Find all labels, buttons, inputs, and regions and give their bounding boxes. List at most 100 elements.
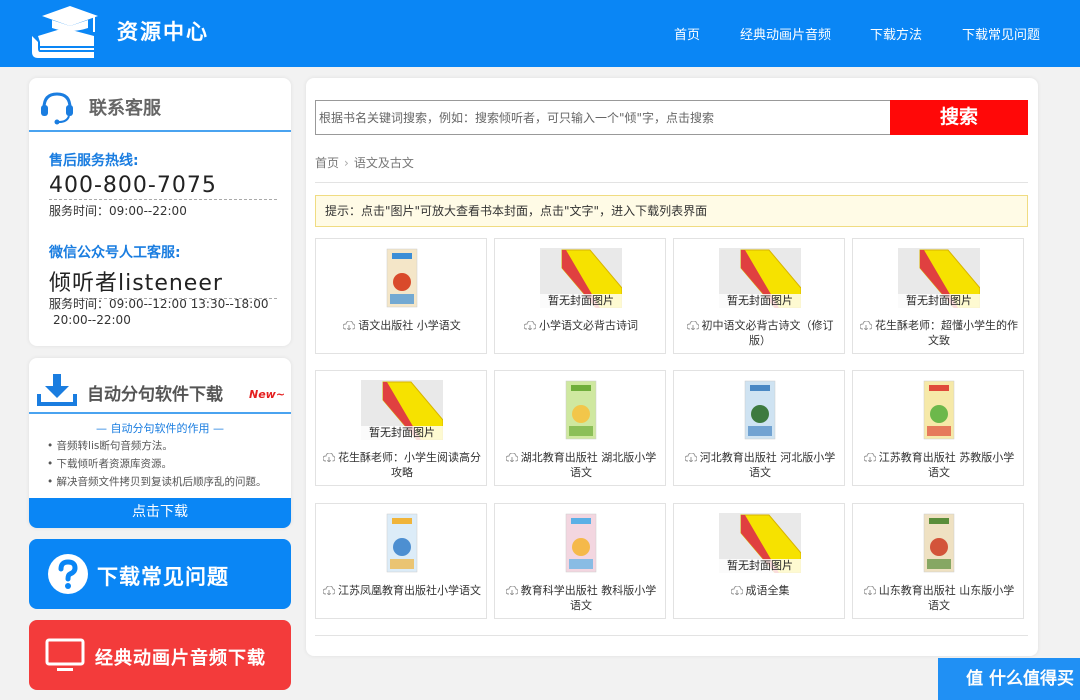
search-field[interactable] xyxy=(315,100,892,135)
download-faq-button[interactable]: 下载常见问题 xyxy=(29,539,291,609)
book-card[interactable]: 江苏教育出版社 苏教版小学语文 xyxy=(852,370,1024,486)
cloud-download-icon xyxy=(730,586,743,595)
book-cover-icon xyxy=(565,380,597,440)
contact-title: 联系客服 xyxy=(89,98,161,119)
book-title-link[interactable]: 山东教育出版社 山东版小学语文 xyxy=(859,583,1019,613)
software-header: 自动分句软件下载 New~ xyxy=(29,358,291,414)
book-cover-icon xyxy=(565,513,597,573)
book-card[interactable]: 江苏凤凰教育出版社小学语文 xyxy=(315,503,487,619)
no-cover-image[interactable]: 暂无封面图片 xyxy=(540,248,622,308)
watermark: 值 什么值得买 xyxy=(938,658,1080,700)
book-title-text: 小学语文必背古诗词 xyxy=(539,319,638,332)
hotline-hours: 服务时间：09:00--22:00 xyxy=(49,204,187,218)
book-title-link[interactable]: 河北教育出版社 河北版小学语文 xyxy=(680,450,840,480)
no-cover-image[interactable]: 暂无封面图片 xyxy=(898,248,980,308)
nav-home[interactable]: 首页 xyxy=(674,24,700,43)
software-title: 自动分句软件下载 xyxy=(87,385,223,405)
book-card[interactable]: 河北教育出版社 河北版小学语文 xyxy=(673,370,845,486)
no-cover-image[interactable]: 暂无封面图片 xyxy=(361,380,443,440)
book-card[interactable]: 暂无封面图片初中语文必背古诗文（修订版） xyxy=(673,238,845,354)
tv-icon xyxy=(45,638,85,671)
software-card: 自动分句软件下载 New~ — 自动分句软件的作用 — • 音频转lis断句音频… xyxy=(29,358,291,528)
headset-icon xyxy=(41,92,73,125)
wechat-hours-evening: 20:00--22:00 xyxy=(53,313,131,327)
top-header: 资源中心 首页 经典动画片音频 下载方法 下载常见问题 xyxy=(0,0,1080,67)
book-cover-icon xyxy=(923,513,955,573)
nav-classic-audio[interactable]: 经典动画片音频 xyxy=(740,24,831,43)
cloud-download-icon xyxy=(505,453,518,462)
contact-header: 联系客服 xyxy=(29,78,291,132)
book-title-text: 湖北教育出版社 湖北版小学语文 xyxy=(520,451,657,479)
cloud-download-icon xyxy=(505,586,518,595)
cloud-download-icon xyxy=(860,321,872,330)
book-cover-image[interactable] xyxy=(540,513,622,573)
book-card[interactable]: 暂无封面图片成语全集 xyxy=(673,503,845,619)
cloud-download-icon xyxy=(524,321,536,330)
no-cover-image[interactable]: 暂无封面图片 xyxy=(719,513,801,573)
book-title-text: 花生酥老师：小学生阅读高分攻略 xyxy=(338,451,481,479)
breadcrumb-current[interactable]: 语文及古文 xyxy=(354,156,414,170)
book-card[interactable]: 暂无封面图片小学语文必背古诗词 xyxy=(494,238,666,354)
book-title-link[interactable]: 花生酥老师：超懂小学生的作文致 xyxy=(859,318,1019,348)
no-cover-image[interactable]: 暂无封面图片 xyxy=(719,248,801,308)
nav-download-method[interactable]: 下载方法 xyxy=(870,24,922,43)
breadcrumb: 首页 › 语文及古文 xyxy=(315,154,414,171)
main-panel: 搜索 首页 › 语文及古文 提示：点击"图片"可放大查看书本封面，点击"文字"，进入… xyxy=(306,78,1038,656)
book-title-link[interactable]: 江苏教育出版社 苏教版小学语文 xyxy=(859,450,1019,480)
book-cover-image[interactable] xyxy=(898,513,980,573)
book-title-text: 河北教育出版社 河北版小学语文 xyxy=(699,451,836,479)
book-cover-icon xyxy=(744,380,776,440)
book-title-link[interactable]: 湖北教育出版社 湖北版小学语文 xyxy=(501,450,661,480)
search-button[interactable]: 搜索 xyxy=(890,100,1028,135)
hotline-label: 售后服务热线: xyxy=(49,153,139,169)
book-title-link[interactable]: 花生酥老师：小学生阅读高分攻略 xyxy=(322,450,482,480)
book-card[interactable]: 山东教育出版社 山东版小学语文 xyxy=(852,503,1024,619)
book-title-text: 山东教育出版社 山东版小学语文 xyxy=(878,584,1015,612)
no-cover-label: 暂无封面图片 xyxy=(719,559,801,573)
download-icon xyxy=(37,374,77,406)
book-cover-image[interactable] xyxy=(719,380,801,440)
cloud-download-icon xyxy=(323,453,335,462)
cloud-download-icon xyxy=(863,586,876,595)
book-cover-image[interactable] xyxy=(898,380,980,440)
book-title-link[interactable]: 江苏凤凰教育出版社小学语文 xyxy=(322,583,482,598)
book-card[interactable]: 语文出版社 小学语文 xyxy=(315,238,487,354)
book-title-text: 成语全集 xyxy=(745,584,790,597)
no-cover-label: 暂无封面图片 xyxy=(540,294,622,308)
contact-card: 联系客服 售后服务热线: 400-800-7075 服务时间：09:00--22… xyxy=(29,78,291,346)
no-cover-label: 暂无封面图片 xyxy=(898,294,980,308)
book-card[interactable]: 湖北教育出版社 湖北版小学语文 xyxy=(494,370,666,486)
book-cover-image[interactable] xyxy=(361,248,443,308)
search-input[interactable] xyxy=(316,101,891,134)
book-cover-icon xyxy=(386,248,418,308)
wechat-account: 倾听者listeneer xyxy=(49,265,277,299)
book-card[interactable]: 暂无封面图片花生酥老师：小学生阅读高分攻略 xyxy=(315,370,487,486)
cloud-download-icon xyxy=(686,321,699,330)
software-subtitle: — 自动分句软件的作用 — xyxy=(96,422,224,435)
no-cover-label: 暂无封面图片 xyxy=(361,426,443,440)
book-cover-image[interactable] xyxy=(540,380,622,440)
wechat-label: 微信公众号人工客服: xyxy=(49,245,181,261)
book-card[interactable]: 教育科学出版社 教科版小学语文 xyxy=(494,503,666,619)
cloud-download-icon xyxy=(863,453,876,462)
book-title-text: 江苏教育出版社 苏教版小学语文 xyxy=(878,451,1015,479)
book-cover-image[interactable] xyxy=(361,513,443,573)
book-title-link[interactable]: 小学语文必背古诗词 xyxy=(501,318,661,333)
nav-download-faq[interactable]: 下载常见问题 xyxy=(962,24,1040,43)
book-title-link[interactable]: 教育科学出版社 教科版小学语文 xyxy=(501,583,661,613)
book-title-link[interactable]: 初中语文必背古诗文（修订版） xyxy=(680,318,840,348)
breadcrumb-separator-icon: › xyxy=(344,156,349,170)
book-title-text: 花生酥老师：超懂小学生的作文致 xyxy=(875,319,1018,347)
wechat-hours: 服务时间：09:00--12:00 13:30--18:00 xyxy=(49,297,269,311)
cloud-download-icon xyxy=(684,453,697,462)
book-title-link[interactable]: 语文出版社 小学语文 xyxy=(322,318,482,333)
classic-audio-download-button[interactable]: 经典动画片音频下载 xyxy=(29,620,291,690)
book-title-text: 教育科学出版社 教科版小学语文 xyxy=(520,584,657,612)
breadcrumb-home[interactable]: 首页 xyxy=(315,156,339,170)
classic-audio-download-label: 经典动画片音频下载 xyxy=(95,648,266,669)
book-card[interactable]: 暂无封面图片花生酥老师：超懂小学生的作文致 xyxy=(852,238,1024,354)
cloud-download-icon xyxy=(343,321,356,330)
book-title-link[interactable]: 成语全集 xyxy=(680,583,840,598)
software-download-button[interactable]: 点击下载 xyxy=(29,498,291,528)
divider xyxy=(315,182,1028,183)
